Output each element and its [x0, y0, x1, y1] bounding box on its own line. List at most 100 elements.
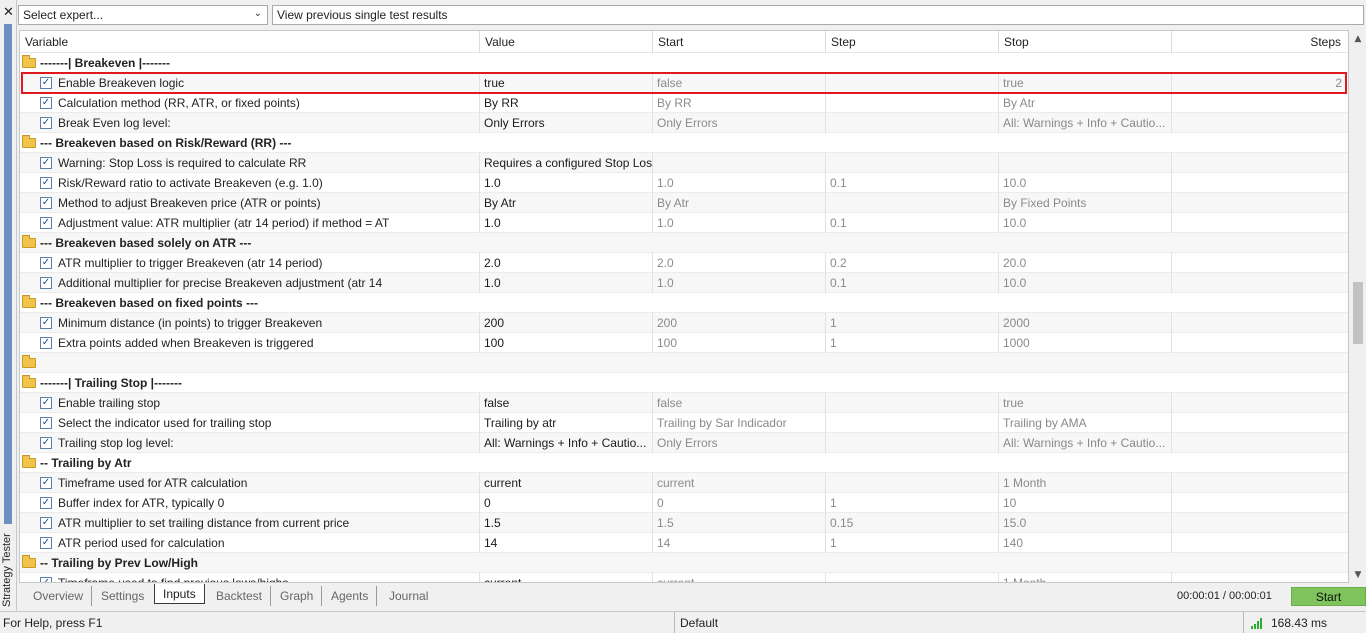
param-value[interactable]: By Atr — [480, 193, 653, 213]
param-row[interactable]: ✓ ATR period used for calculation 14 14 1 140 — [20, 533, 1348, 553]
param-step[interactable]: 1 — [826, 533, 999, 553]
param-steps[interactable] — [1172, 333, 1346, 353]
param-step[interactable]: 0.2 — [826, 253, 999, 273]
tab-backtest[interactable]: Backtest — [208, 586, 272, 606]
param-stop[interactable]: 1 Month — [999, 473, 1172, 493]
param-step[interactable]: 0.1 — [826, 213, 999, 233]
param-value[interactable]: Only Errors — [480, 113, 653, 133]
param-steps[interactable] — [1172, 473, 1346, 493]
param-stop[interactable]: 2000 — [999, 313, 1172, 333]
param-stop[interactable]: By Atr — [999, 93, 1172, 113]
param-start[interactable]: Only Errors — [653, 113, 826, 133]
param-stop[interactable]: 140 — [999, 533, 1172, 553]
param-step[interactable] — [826, 193, 999, 213]
param-stop[interactable]: 10.0 — [999, 213, 1172, 233]
column-header[interactable]: Steps — [1172, 31, 1346, 53]
param-row[interactable]: ✓ Extra points added when Breakeven is tr… — [20, 333, 1348, 353]
close-icon[interactable]: ✕ — [2, 6, 15, 19]
param-steps[interactable] — [1172, 413, 1346, 433]
param-value[interactable]: 2.0 — [480, 253, 653, 273]
param-row[interactable]: ✓ Calculation method (RR, ATR, or fixed p… — [20, 93, 1348, 113]
expert-select[interactable]: Select expert... ⌄ — [18, 5, 268, 25]
param-start[interactable]: 0 — [653, 493, 826, 513]
column-header[interactable]: Value — [480, 31, 653, 53]
param-start[interactable]: Trailing by Sar Indicador — [653, 413, 826, 433]
param-value[interactable]: 1.0 — [480, 213, 653, 233]
param-value[interactable]: Trailing by atr — [480, 413, 653, 433]
param-steps[interactable] — [1172, 393, 1346, 413]
param-row[interactable]: ✓ Risk/Reward ratio to activate Breakeven… — [20, 173, 1348, 193]
param-value[interactable]: current — [480, 473, 653, 493]
param-step[interactable] — [826, 153, 999, 173]
param-start[interactable]: 1.0 — [653, 213, 826, 233]
param-step[interactable] — [826, 113, 999, 133]
param-row[interactable]: ✓ Timeframe used to find previous lows/hi… — [20, 573, 1348, 582]
column-header[interactable]: Start — [653, 31, 826, 53]
param-step[interactable]: 1 — [826, 493, 999, 513]
param-stop[interactable]: All: Warnings + Info + Cautio... — [999, 113, 1172, 133]
tab-inputs[interactable]: Inputs — [154, 584, 205, 604]
param-value[interactable]: true — [480, 73, 653, 93]
param-step[interactable] — [826, 413, 999, 433]
param-stop[interactable]: 1000 — [999, 333, 1172, 353]
param-stop[interactable]: 10.0 — [999, 273, 1172, 293]
param-steps[interactable] — [1172, 533, 1346, 553]
tab-overview[interactable]: Overview — [25, 586, 93, 606]
start-button[interactable]: Start — [1291, 587, 1366, 606]
param-steps[interactable] — [1172, 493, 1346, 513]
param-steps[interactable]: 2 — [1172, 73, 1346, 93]
group-row[interactable]: --- Breakeven based on Risk/Reward (RR) … — [20, 133, 1348, 153]
param-step[interactable] — [826, 393, 999, 413]
param-start[interactable]: current — [653, 573, 826, 582]
tab-settings[interactable]: Settings — [93, 586, 152, 606]
param-start[interactable] — [653, 153, 826, 173]
param-steps[interactable] — [1172, 253, 1346, 273]
param-start[interactable]: 14 — [653, 533, 826, 553]
param-start[interactable]: Only Errors — [653, 433, 826, 453]
param-steps[interactable] — [1172, 213, 1346, 233]
param-row[interactable]: ✓ Trailing stop log level: All: Warnings +… — [20, 433, 1348, 453]
param-row[interactable]: ✓ ATR multiplier to trigger Breakeven (at… — [20, 253, 1348, 273]
group-row[interactable]: --- Breakeven based on fixed points --- — [20, 293, 1348, 313]
param-start[interactable]: current — [653, 473, 826, 493]
param-stop[interactable]: By Fixed Points — [999, 193, 1172, 213]
param-row[interactable]: ✓ Break Even log level: Only Errors Only Er… — [20, 113, 1348, 133]
param-start[interactable]: By RR — [653, 93, 826, 113]
param-value[interactable]: 14 — [480, 533, 653, 553]
param-step[interactable] — [826, 473, 999, 493]
previous-results-select[interactable]: View previous single test results — [272, 5, 1364, 25]
param-row[interactable]: ✓ Warning: Stop Loss is required to calcu… — [20, 153, 1348, 173]
column-header[interactable]: Step — [826, 31, 999, 53]
param-steps[interactable] — [1172, 173, 1346, 193]
param-steps[interactable] — [1172, 573, 1346, 582]
group-row[interactable]: -- Trailing by Prev Low/High — [20, 553, 1348, 573]
param-stop[interactable]: All: Warnings + Info + Cautio... — [999, 433, 1172, 453]
param-steps[interactable] — [1172, 113, 1346, 133]
param-stop[interactable]: 1 Month — [999, 573, 1172, 582]
param-value[interactable]: 1.5 — [480, 513, 653, 533]
param-step[interactable] — [826, 93, 999, 113]
param-step[interactable] — [826, 433, 999, 453]
param-row[interactable]: ✓ Timeframe used for ATR calculation curre… — [20, 473, 1348, 493]
column-header[interactable]: Stop — [999, 31, 1172, 53]
param-value[interactable]: 200 — [480, 313, 653, 333]
param-start[interactable]: By Atr — [653, 193, 826, 213]
param-stop[interactable]: 20.0 — [999, 253, 1172, 273]
param-stop[interactable]: 10.0 — [999, 173, 1172, 193]
param-steps[interactable] — [1172, 93, 1346, 113]
param-row[interactable]: ✓ Adjustment value: ATR multiplier (atr 1… — [20, 213, 1348, 233]
param-step[interactable]: 0.1 — [826, 273, 999, 293]
param-start[interactable]: 1.0 — [653, 173, 826, 193]
param-value[interactable]: current — [480, 573, 653, 582]
param-stop[interactable]: true — [999, 393, 1172, 413]
param-steps[interactable] — [1172, 313, 1346, 333]
param-steps[interactable] — [1172, 433, 1346, 453]
param-stop[interactable]: Trailing by AMA — [999, 413, 1172, 433]
param-value[interactable]: By RR — [480, 93, 653, 113]
scroll-down-icon[interactable]: ▼ — [1353, 570, 1363, 580]
param-value[interactable]: false — [480, 393, 653, 413]
tab-graph[interactable]: Graph — [272, 586, 323, 606]
group-row[interactable]: --- Breakeven based solely on ATR --- — [20, 233, 1348, 253]
param-row[interactable]: ✓ Minimum distance (in points) to trigger… — [20, 313, 1348, 333]
param-stop[interactable]: 10 — [999, 493, 1172, 513]
